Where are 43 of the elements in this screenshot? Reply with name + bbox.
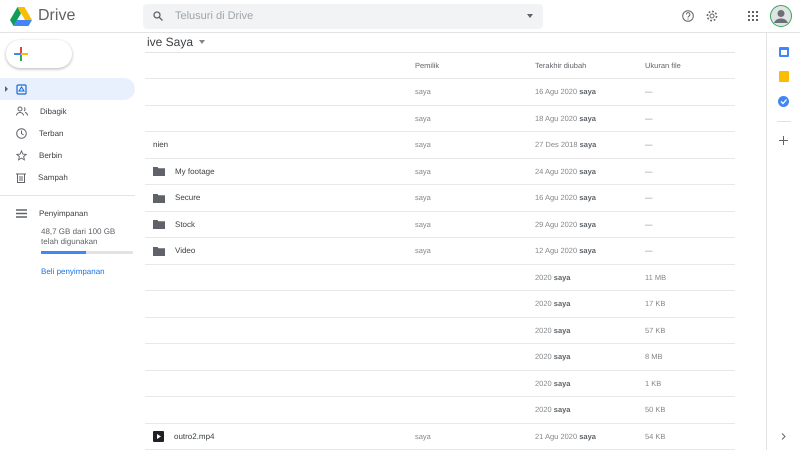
file-name[interactable]: My footage	[175, 166, 215, 176]
file-name[interactable]: Secure	[175, 193, 200, 202]
trash-icon	[16, 172, 26, 182]
file-name[interactable]: outro2.mp4	[174, 432, 214, 441]
search-input[interactable]: Telusuri di Drive	[173, 9, 517, 23]
drive-logo-icon	[10, 6, 32, 26]
video-file-icon	[153, 430, 164, 442]
storage-label: Penyimpanan	[39, 208, 88, 218]
avatar-icon[interactable]	[770, 5, 792, 27]
add-icon[interactable]	[779, 136, 788, 145]
breadcrumb-title[interactable]: ive Saya	[147, 35, 194, 50]
search-icon	[153, 11, 163, 21]
star-icon	[16, 150, 27, 160]
sidebar-item[interactable]: Berbin	[0, 144, 135, 166]
dropdown-caret-icon[interactable]	[199, 40, 206, 44]
help-icon[interactable]	[682, 10, 694, 22]
plus-icon	[14, 47, 28, 61]
storage-usage-text: 48,7 GB dari 100 GB telah digunakan	[41, 227, 116, 247]
storage-icon	[16, 208, 27, 218]
settings-icon[interactable]	[706, 10, 718, 22]
apps-grid-icon[interactable]	[748, 11, 758, 21]
file-name[interactable]: Stock	[175, 220, 196, 229]
calendar-icon[interactable]	[778, 47, 788, 57]
folder-icon	[153, 192, 165, 203]
dropdown-caret-icon[interactable]	[527, 14, 533, 18]
clock-icon	[16, 128, 27, 138]
file-name[interactable]: nien	[153, 140, 168, 150]
file-name[interactable]: Video	[175, 246, 196, 256]
folder-icon	[153, 219, 165, 230]
chevron-right-icon[interactable]	[781, 433, 786, 440]
sidebar-item[interactable]: Terban	[0, 122, 135, 144]
folder-icon	[153, 246, 165, 256]
new-button[interactable]	[6, 40, 72, 68]
people-icon	[16, 106, 28, 116]
buy-storage-link[interactable]: Beli penyimpanan	[41, 267, 135, 276]
expand-caret-icon[interactable]	[5, 86, 8, 92]
app-name: Drive	[38, 7, 76, 25]
sidebar-item[interactable]: Sampah	[0, 166, 135, 188]
search-field[interactable]: Telusuri di Drive	[143, 4, 543, 28]
sidebar-item[interactable]: Dibagik	[0, 100, 135, 122]
folder-icon	[153, 166, 165, 176]
drive-icon	[16, 84, 27, 94]
check-circle-icon[interactable]	[778, 96, 789, 107]
